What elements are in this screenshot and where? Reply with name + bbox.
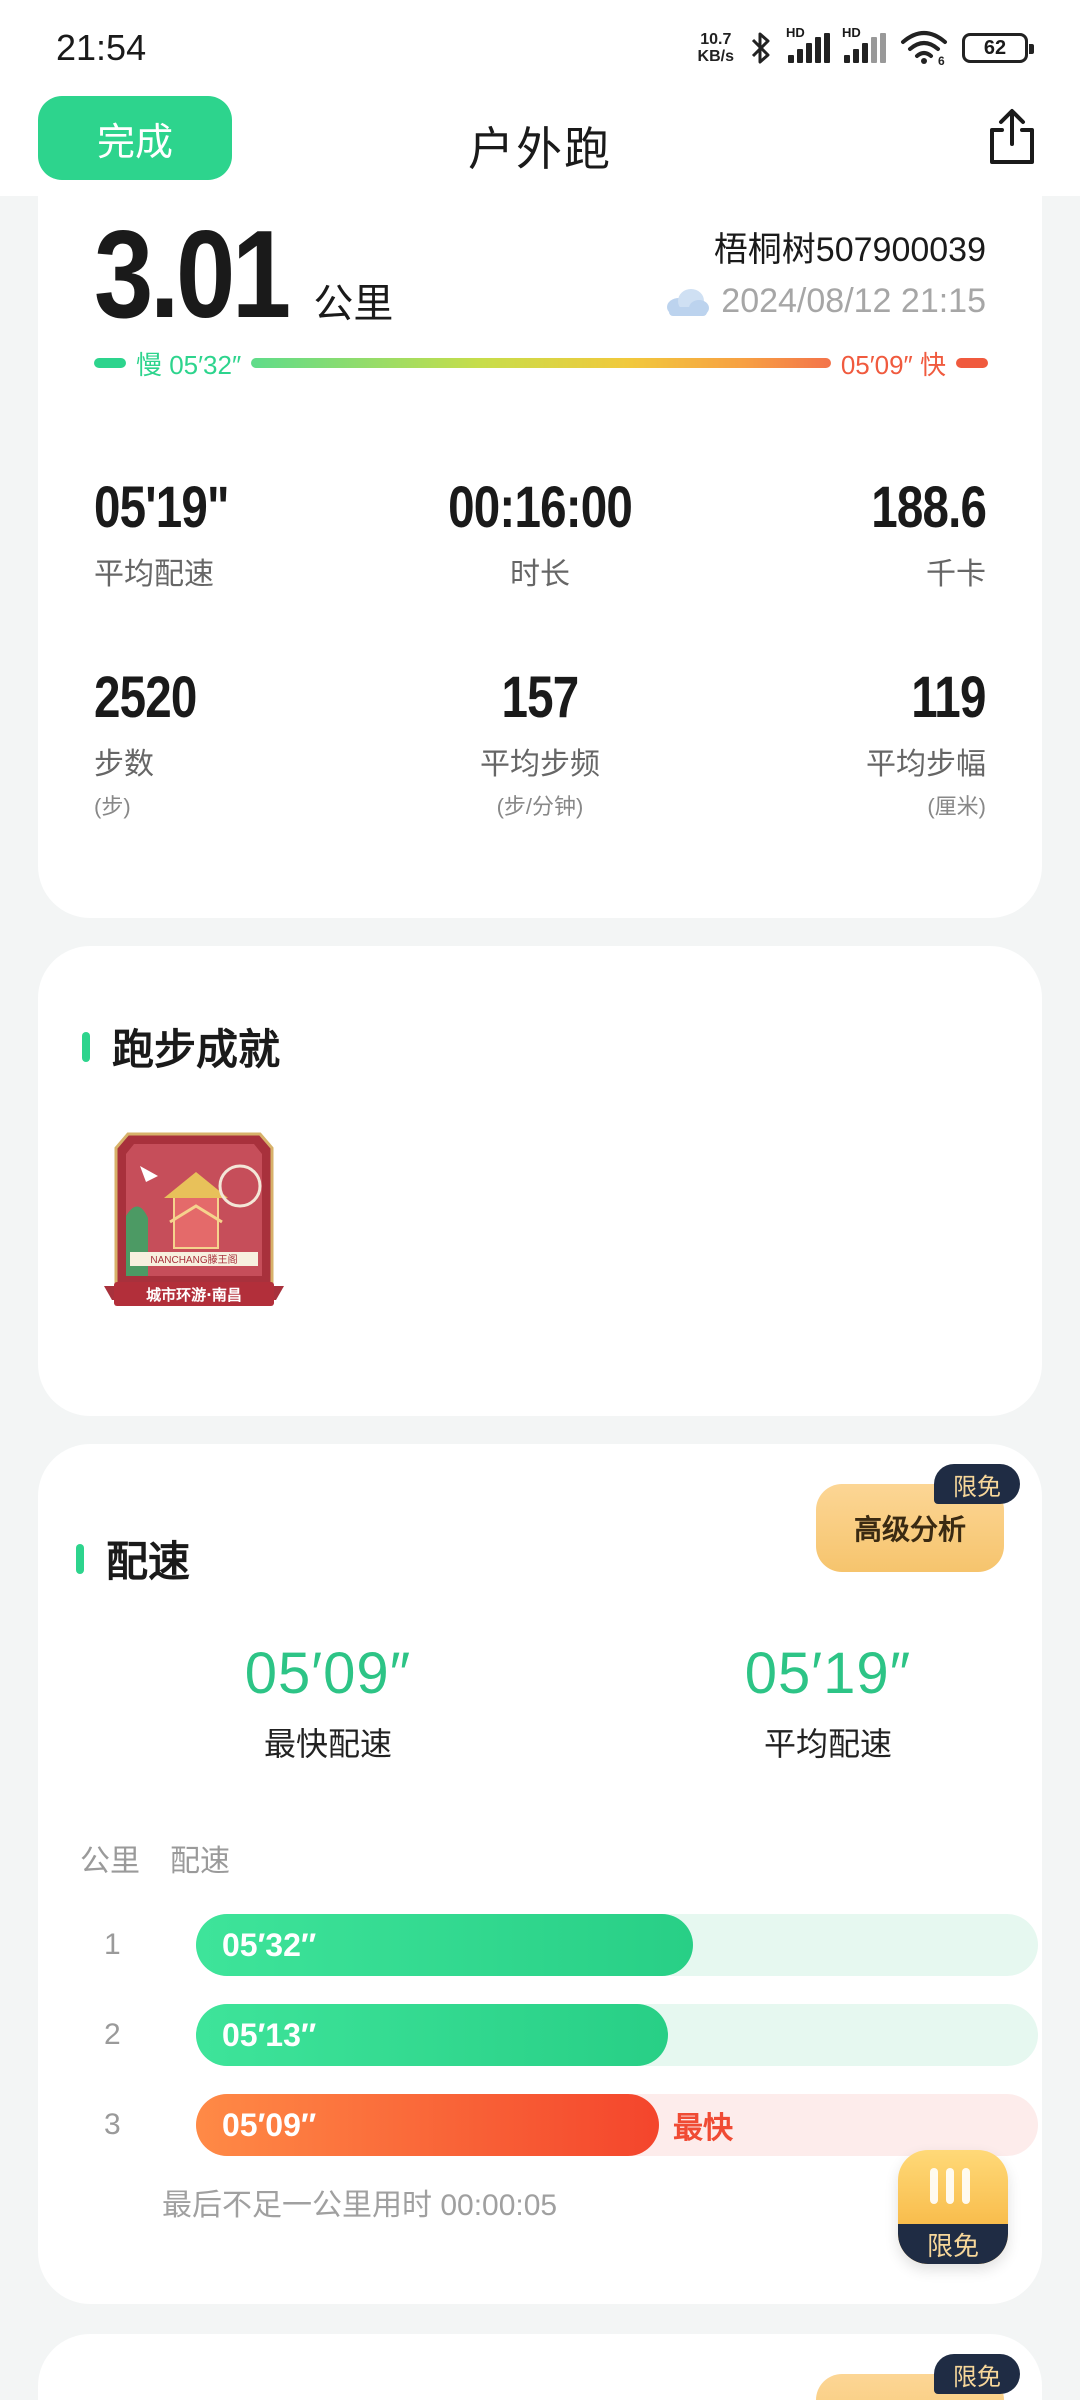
stat-unit: (厘米) (927, 794, 986, 819)
stat-steps: 2520 步数 (步) (94, 664, 219, 821)
stat-avg-pace: 05'19" 平均配速 (94, 474, 258, 593)
split-track: 05′32″ (196, 1914, 1038, 1976)
net-speed-unit: KB/s (697, 48, 734, 65)
split-bar: 05′13″ (196, 2004, 668, 2066)
net-speed-value: 10.7 (700, 31, 732, 48)
city-tour-badge[interactable]: NANCHANG滕王阁 城市环游·南昌 (100, 1126, 288, 1322)
stat-value: 119 (911, 665, 987, 730)
bluetooth-icon (751, 32, 770, 64)
battery-level: 62 (983, 36, 1007, 59)
page-title: 户外跑 (468, 123, 612, 175)
signal-label-2: HD (842, 25, 861, 40)
split-bar: 05′32″ (196, 1914, 693, 1976)
distance: 3.01 公里 (94, 204, 393, 346)
stat-calories: 188.6 千卡 (846, 474, 987, 593)
wifi-sub-label: 6 (938, 54, 945, 66)
done-button[interactable]: 完成 (38, 96, 232, 180)
section-marker (82, 1031, 90, 1062)
stat-value: 05'19" (94, 475, 230, 540)
stat-label: 平均配速 (94, 558, 214, 591)
pace-card: 配速 高级分析 限免 05′09″ 最快配速 05′19″ 平均配速 公里 配速… (38, 1444, 1042, 2304)
slow-marker (94, 358, 126, 368)
split-track: 05′13″ (196, 2004, 1038, 2066)
user-name: 梧桐树507900039 (713, 231, 986, 269)
fast-marker (956, 358, 988, 368)
next-card: 限免 (38, 2334, 1042, 2400)
stat-label: 步数 (94, 748, 154, 781)
stat-duration: 00:16:00 时长 (390, 474, 690, 593)
wifi-icon: 6 (901, 31, 947, 66)
section-title-text: 配速 (106, 1538, 191, 1585)
pace-gradient-bar: 慢 05′32″ 05′09″ 快 (94, 346, 988, 380)
split-km: 3 (104, 2108, 121, 2141)
average-pace-value: 05′19″ (744, 1641, 912, 1706)
status-icons: 10.7 KB/s HD HD 6 62 (698, 25, 1034, 66)
split-row: 2 05′13″ (104, 2004, 1038, 2066)
battery-icon: 62 (962, 33, 1034, 63)
achievements-title: 跑步成就 (82, 1016, 280, 1077)
next-vip-button[interactable]: 限免 (816, 2354, 1020, 2400)
fastest-tag: 最快 (673, 2112, 733, 2145)
status-bar: 21:54 10.7 KB/s HD HD 6 62 (0, 0, 1080, 96)
signal-icon-2: HD (842, 25, 886, 63)
badge-caption: 城市环游·南昌 (146, 1286, 242, 1304)
floating-vip-button[interactable]: 限免 (898, 2150, 1008, 2264)
pace-gradient (251, 358, 831, 368)
stat-unit: (步) (94, 794, 131, 819)
badge-sub-label: NANCHANG滕王阁 (150, 1253, 237, 1266)
split-bar: 05′09″ (196, 2094, 659, 2156)
fastest-pace-summary: 05′09″ 最快配速 (128, 1640, 528, 1765)
col-pace: 配速 (170, 1845, 230, 1878)
free-tag: 限免 (934, 2354, 1020, 2394)
fastest-pace-label: 最快配速 (263, 1726, 392, 1762)
app-header: 完成 户外跑 (0, 96, 1080, 196)
average-pace-label: 平均配速 (763, 1726, 892, 1762)
stat-value: 188.6 (871, 475, 987, 540)
advanced-analysis-button[interactable]: 高级分析 限免 (816, 1464, 1020, 1572)
signal-icon-1: HD (786, 25, 830, 63)
col-km: 公里 (80, 1845, 140, 1878)
run-date-row: 2024/08/12 21:15 (663, 282, 986, 321)
stat-unit: (步/分钟) (496, 794, 584, 819)
splits-header: 公里 配速 (80, 1836, 230, 1880)
split-row: 3 05′09″ 最快 (104, 2094, 1038, 2156)
distance-unit: 公里 (313, 282, 394, 326)
net-speed: 10.7 KB/s (698, 31, 734, 65)
stat-value: 157 (501, 665, 580, 730)
last-partial-note: 最后不足一公里用时 00:00:05 (162, 2189, 558, 2222)
fastest-pace-value: 05′09″ (244, 1641, 412, 1706)
pace-title: 配速 (76, 1528, 190, 1589)
section-title-text: 跑步成就 (112, 1026, 281, 1073)
slow-pace-label: 慢 05′32″ (136, 349, 242, 380)
status-time: 21:54 (56, 27, 147, 68)
stat-label: 时长 (510, 558, 570, 591)
split-km: 1 (104, 1928, 121, 1961)
free-tag: 限免 (934, 1464, 1020, 1504)
stat-stride: 119 平均步幅 (厘米) (866, 664, 987, 821)
cloud-icon (667, 288, 710, 316)
advanced-analysis-label: 高级分析 (853, 1514, 966, 1545)
split-km: 2 (104, 2018, 121, 2051)
vip-bars-icon (930, 2168, 970, 2204)
stat-label: 平均步频 (480, 748, 600, 781)
stat-cadence: 157 平均步频 (步/分钟) (390, 664, 690, 821)
share-icon[interactable] (980, 106, 1044, 170)
split-row: 1 05′32″ (104, 1914, 1038, 1976)
signal-label-1: HD (786, 25, 805, 40)
run-date: 2024/08/12 21:15 (721, 282, 986, 320)
section-marker (76, 1543, 84, 1574)
stat-label: 平均步幅 (866, 748, 986, 781)
split-track: 05′09″ 最快 (196, 2094, 1038, 2156)
stat-label: 千卡 (926, 558, 986, 591)
achievements-card: 跑步成就 NANCHANG滕王阁 城市环游·南昌 (38, 946, 1042, 1416)
fast-pace-label: 05′09″ 快 (840, 349, 946, 380)
floating-free-label: 限免 (898, 2224, 1008, 2264)
distance-value: 3.01 (94, 206, 291, 344)
run-summary-card: 3.01 公里 梧桐树507900039 2024/08/12 21:15 慢 … (38, 196, 1042, 918)
stat-value: 00:16:00 (448, 475, 633, 540)
average-pace-summary: 05′19″ 平均配速 (628, 1640, 1028, 1765)
stat-value: 2520 (94, 665, 197, 730)
